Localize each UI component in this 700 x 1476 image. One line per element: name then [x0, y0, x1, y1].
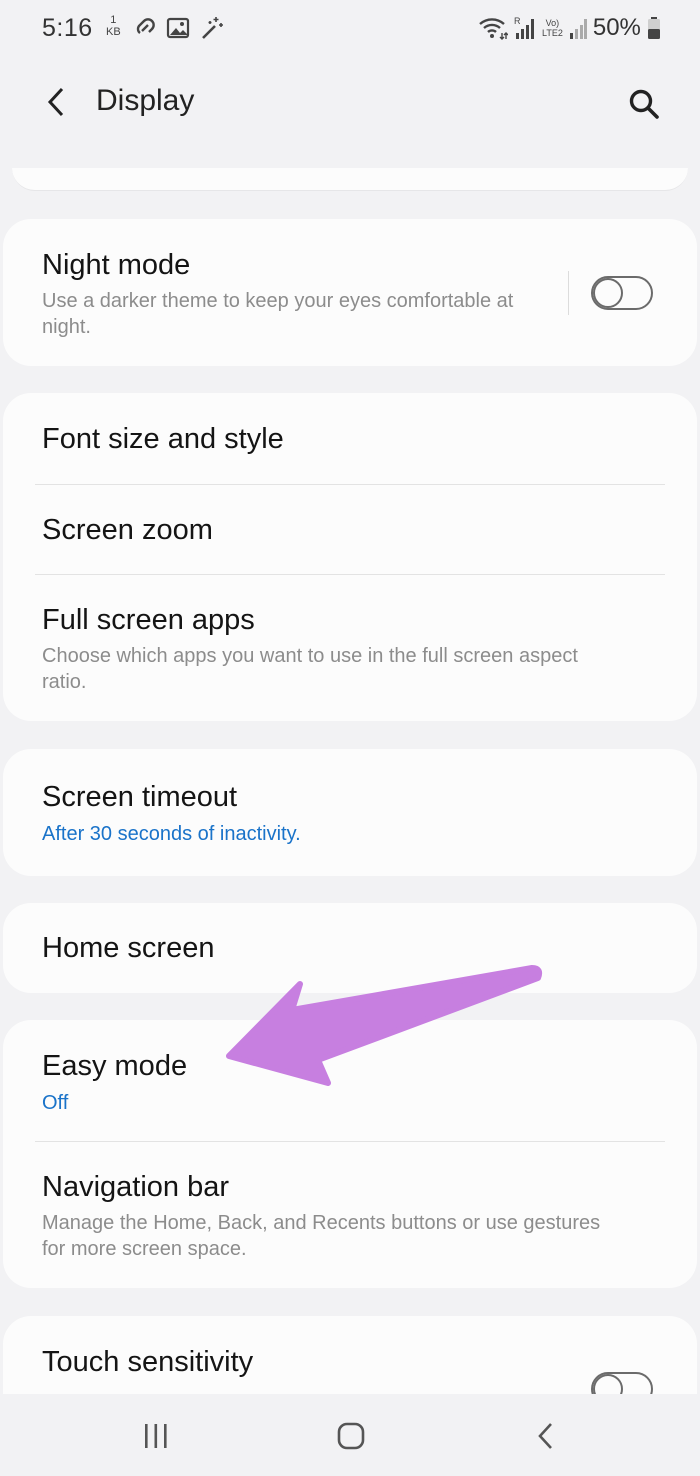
data-usage-indicator: 1 KB — [106, 14, 121, 38]
system-navigation-bar — [0, 1394, 700, 1476]
full-screen-apps-setting[interactable]: Full screen apps Choose which apps you w… — [3, 574, 697, 721]
screen-timeout-setting[interactable]: Screen timeout After 30 seconds of inact… — [3, 749, 697, 876]
screen-zoom-setting[interactable]: Screen zoom — [3, 484, 697, 574]
night-mode-toggle[interactable] — [591, 276, 653, 310]
magic-wand-icon — [202, 17, 223, 39]
volte-label: Vo) — [545, 18, 560, 28]
svg-text:R: R — [514, 16, 521, 26]
night-mode-card: Night mode Use a darker theme to keep yo… — [3, 219, 697, 366]
page-title: Display — [96, 84, 195, 117]
full-screen-apps-subtitle: Choose which apps you want to use in the… — [42, 645, 578, 693]
back-nav-button[interactable] — [516, 1416, 576, 1456]
recents-button[interactable] — [126, 1416, 186, 1456]
screen-timeout-title: Screen timeout — [42, 781, 238, 813]
touch-sensitivity-title: Touch sensitivity — [42, 1346, 254, 1378]
home-icon — [337, 1422, 365, 1450]
data-usage-unit: KB — [106, 26, 121, 38]
night-mode-subtitle: Use a darker theme to keep your eyes com… — [42, 290, 514, 338]
navigation-bar-title: Navigation bar — [42, 1171, 229, 1203]
status-time: 5:16 — [42, 14, 93, 42]
image-icon — [166, 17, 190, 39]
lte-label: LTE2 — [542, 28, 563, 38]
easy-mode-card: Easy mode Off Navigation bar Manage the … — [3, 1020, 697, 1288]
font-size-setting[interactable]: Font size and style — [3, 393, 697, 484]
easy-mode-title: Easy mode — [42, 1050, 188, 1082]
home-screen-title: Home screen — [42, 932, 215, 964]
network-type-label: Vo) LTE2 — [542, 18, 563, 38]
screen-timeout-value: After 30 seconds of inactivity. — [42, 823, 301, 845]
signal-icon — [569, 19, 587, 39]
navigation-bar-setting[interactable]: Navigation bar Manage the Home, Back, an… — [3, 1141, 697, 1288]
wifi-icon — [479, 18, 508, 40]
night-mode-title: Night mode — [42, 249, 191, 281]
signal-icon: R — [514, 16, 534, 39]
toggle-separator — [568, 271, 569, 315]
toggle-knob — [593, 278, 623, 308]
status-bar: 5:16 1 KB R Vo) LTE2 50% — [0, 0, 700, 58]
full-screen-apps-title: Full screen apps — [42, 604, 255, 636]
app-header: Display — [0, 58, 700, 158]
easy-mode-setting[interactable]: Easy mode Off — [3, 1020, 697, 1141]
battery-icon — [647, 17, 660, 39]
home-screen-setting[interactable]: Home screen — [3, 903, 697, 993]
link-icon — [136, 18, 155, 34]
screen-zoom-title: Screen zoom — [42, 514, 213, 546]
search-button[interactable] — [622, 82, 666, 126]
screen-timeout-card: Screen timeout After 30 seconds of inact… — [3, 749, 697, 876]
recents-icon — [145, 1424, 167, 1448]
back-icon — [538, 1423, 552, 1449]
previous-card-edge — [12, 168, 688, 191]
back-arrow-icon — [47, 87, 64, 117]
data-usage-amount: 1 — [110, 14, 117, 26]
easy-mode-value: Off — [42, 1092, 69, 1114]
display-size-card: Font size and style Screen zoom Full scr… — [3, 393, 697, 721]
battery-percentage: 50% — [592, 14, 641, 41]
night-mode-setting[interactable]: Night mode Use a darker theme to keep yo… — [3, 219, 697, 366]
navigation-bar-subtitle: Manage the Home, Back, and Recents butto… — [42, 1212, 601, 1260]
home-screen-card: Home screen — [3, 903, 697, 993]
home-button[interactable] — [321, 1416, 381, 1456]
search-icon — [629, 89, 659, 119]
back-button[interactable] — [36, 82, 76, 122]
font-size-title: Font size and style — [42, 423, 284, 455]
